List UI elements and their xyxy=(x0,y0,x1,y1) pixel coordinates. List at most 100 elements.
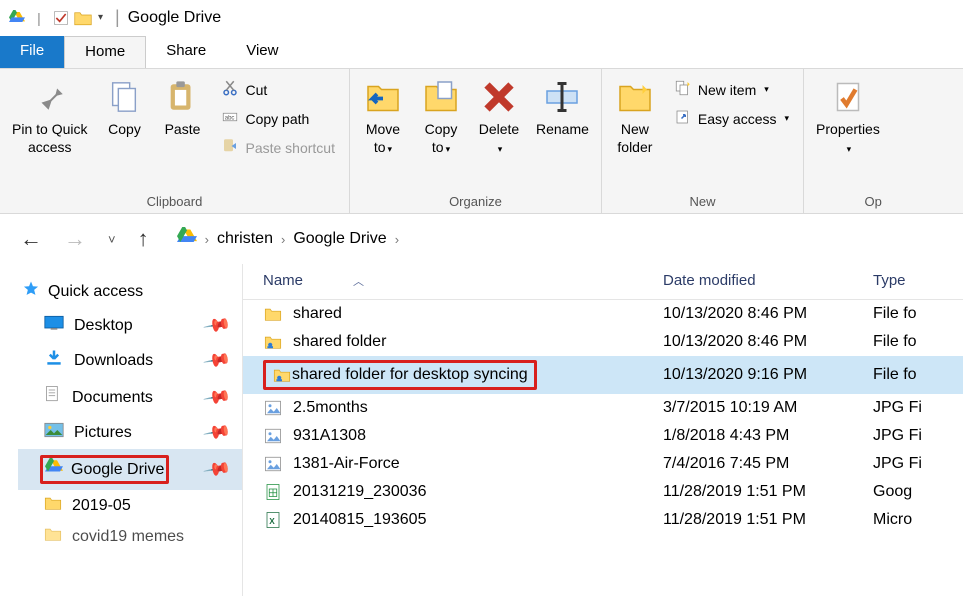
copy-path-button[interactable]: abc Copy path xyxy=(217,106,339,131)
crumb-google-drive[interactable]: Google Drive xyxy=(293,230,386,248)
window-title: Google Drive xyxy=(128,9,221,27)
file-date: 1/8/2018 4:43 PM xyxy=(663,427,873,445)
rename-button[interactable]: Rename xyxy=(530,73,595,143)
file-name: shared folder xyxy=(293,333,386,351)
sheets-icon xyxy=(263,482,283,502)
file-name: shared folder for desktop syncing xyxy=(292,366,528,384)
sidebar-item-downloads[interactable]: Downloads 📌 xyxy=(18,342,242,379)
file-name: 20131219_230036 xyxy=(293,483,426,501)
tab-file[interactable]: File xyxy=(0,36,64,68)
folder-icon xyxy=(72,9,94,27)
sidebar-item-label: Pictures xyxy=(74,424,132,442)
new-item-button[interactable]: New item ▾ xyxy=(670,77,793,102)
quick-access-label: Quick access xyxy=(48,283,143,301)
separator: | xyxy=(115,7,120,28)
file-row[interactable]: shared folder10/13/2020 8:46 PMFile fo xyxy=(243,328,963,356)
sidebar-item-documents[interactable]: Documents 📌 xyxy=(18,379,242,416)
quick-access-header[interactable]: Quick access xyxy=(18,274,242,309)
pin-quick-access-button[interactable]: Pin to Quick access xyxy=(6,73,93,160)
sidebar-item-label: covid19 memes xyxy=(72,528,184,546)
tab-home[interactable]: Home xyxy=(64,36,146,68)
sidebar-item-google-drive[interactable]: Google Drive 📌 xyxy=(18,449,242,490)
file-date: 10/13/2020 8:46 PM xyxy=(663,305,873,323)
crumb-christen[interactable]: christen xyxy=(217,230,273,248)
file-row[interactable]: shared folder for desktop syncing 10/13/2… xyxy=(243,356,963,394)
tabstrip: File Home Share View xyxy=(0,36,963,68)
file-row[interactable]: 931A1308 1/8/2018 4:43 PMJPG Fi xyxy=(243,422,963,450)
forward-button[interactable]: → xyxy=(58,224,92,254)
tab-share[interactable]: Share xyxy=(146,36,226,68)
titlebar: | ▾ | Google Drive xyxy=(0,0,963,36)
group-label-new: New xyxy=(608,192,797,211)
file-type: JPG Fi xyxy=(873,427,963,445)
file-name: shared xyxy=(293,305,342,323)
file-row[interactable]: shared10/13/2020 8:46 PMFile fo xyxy=(243,300,963,328)
file-date: 7/4/2016 7:45 PM xyxy=(663,455,873,473)
chevron-right-icon: › xyxy=(281,232,285,247)
excel-icon: X xyxy=(263,510,283,530)
cut-button[interactable]: Cut xyxy=(217,77,339,102)
image-icon xyxy=(263,398,283,418)
desktop-icon xyxy=(44,315,64,336)
easy-access-button[interactable]: Easy access ▾ xyxy=(670,106,793,131)
move-to-button[interactable]: Move to▾ xyxy=(356,73,410,160)
up-button[interactable]: ↑ xyxy=(132,224,155,254)
group-label-open: Op xyxy=(810,192,886,211)
col-name[interactable]: Name xyxy=(263,272,303,289)
filelist: Name ︿ Date modified Type shared10/13/20… xyxy=(242,264,963,596)
ribbon-group-open: Properties▾ Op xyxy=(804,69,892,213)
downloads-icon xyxy=(44,348,64,373)
copy-to-icon xyxy=(423,77,459,117)
main-area: Quick access Desktop 📌 Downloads 📌 Docum… xyxy=(0,264,963,596)
delete-label: Delete▾ xyxy=(479,121,519,156)
file-name: 931A1308 xyxy=(293,427,366,445)
paste-button[interactable]: Paste xyxy=(155,73,209,143)
file-row[interactable]: 20131219_23003611/28/2019 1:51 PMGoog xyxy=(243,478,963,506)
new-folder-button[interactable]: New folder xyxy=(608,73,662,160)
divider: | xyxy=(28,10,50,26)
image-icon xyxy=(263,426,283,446)
tab-view[interactable]: View xyxy=(226,36,298,68)
pin-icon: 📌 xyxy=(202,417,232,447)
save-check-icon[interactable] xyxy=(50,9,72,27)
file-date: 10/13/2020 9:16 PM xyxy=(663,366,873,384)
paste-icon xyxy=(165,77,199,117)
qat-dropdown-icon[interactable]: ▾ xyxy=(98,12,103,23)
file-name: 2.5months xyxy=(293,399,368,417)
file-row[interactable]: 1381-Air-Force 7/4/2016 7:45 PMJPG Fi xyxy=(243,450,963,478)
pin-icon xyxy=(33,77,67,117)
rename-icon xyxy=(544,77,580,117)
sidebar-item-label: Google Drive xyxy=(71,461,164,479)
copy-path-icon: abc xyxy=(221,108,239,129)
image-icon xyxy=(263,454,283,474)
sidebar-item-pictures[interactable]: Pictures 📌 xyxy=(18,416,242,449)
file-type: JPG Fi xyxy=(873,455,963,473)
recent-dropdown[interactable]: ˅ xyxy=(102,230,122,249)
group-label-organize: Organize xyxy=(356,192,595,211)
delete-button[interactable]: Delete▾ xyxy=(472,73,526,160)
file-date: 11/28/2019 1:51 PM xyxy=(663,483,873,501)
file-row[interactable]: 2.5months3/7/2015 10:19 AMJPG Fi xyxy=(243,394,963,422)
pictures-icon xyxy=(44,422,64,443)
new-item-icon xyxy=(674,79,692,100)
properties-button[interactable]: Properties▾ xyxy=(810,73,886,160)
paste-shortcut-button[interactable]: Paste shortcut xyxy=(217,135,339,160)
sidebar-item-covid19-memes[interactable]: covid19 memes xyxy=(18,521,242,552)
breadcrumb[interactable]: › christen › Google Drive › xyxy=(177,227,401,252)
col-type[interactable]: Type xyxy=(873,272,963,289)
move-label: Move to▾ xyxy=(366,121,400,156)
group-label-clipboard: Clipboard xyxy=(6,192,343,211)
sidebar-item-label: Documents xyxy=(72,389,153,407)
folder-shared-icon xyxy=(272,365,292,385)
new-folder-icon xyxy=(617,77,653,117)
file-row[interactable]: X20140815_19360511/28/2019 1:51 PMMicro xyxy=(243,506,963,534)
sidebar-item-2019-05[interactable]: 2019-05 xyxy=(18,490,242,521)
sidebar-item-desktop[interactable]: Desktop 📌 xyxy=(18,309,242,342)
col-date[interactable]: Date modified xyxy=(663,272,873,289)
cut-label: Cut xyxy=(245,82,267,98)
copy-button[interactable]: Copy xyxy=(97,73,151,143)
back-button[interactable]: ← xyxy=(14,224,48,254)
file-name: 1381-Air-Force xyxy=(293,455,400,473)
copy-to-button[interactable]: Copy to▾ xyxy=(414,73,468,160)
properties-icon xyxy=(830,77,866,117)
